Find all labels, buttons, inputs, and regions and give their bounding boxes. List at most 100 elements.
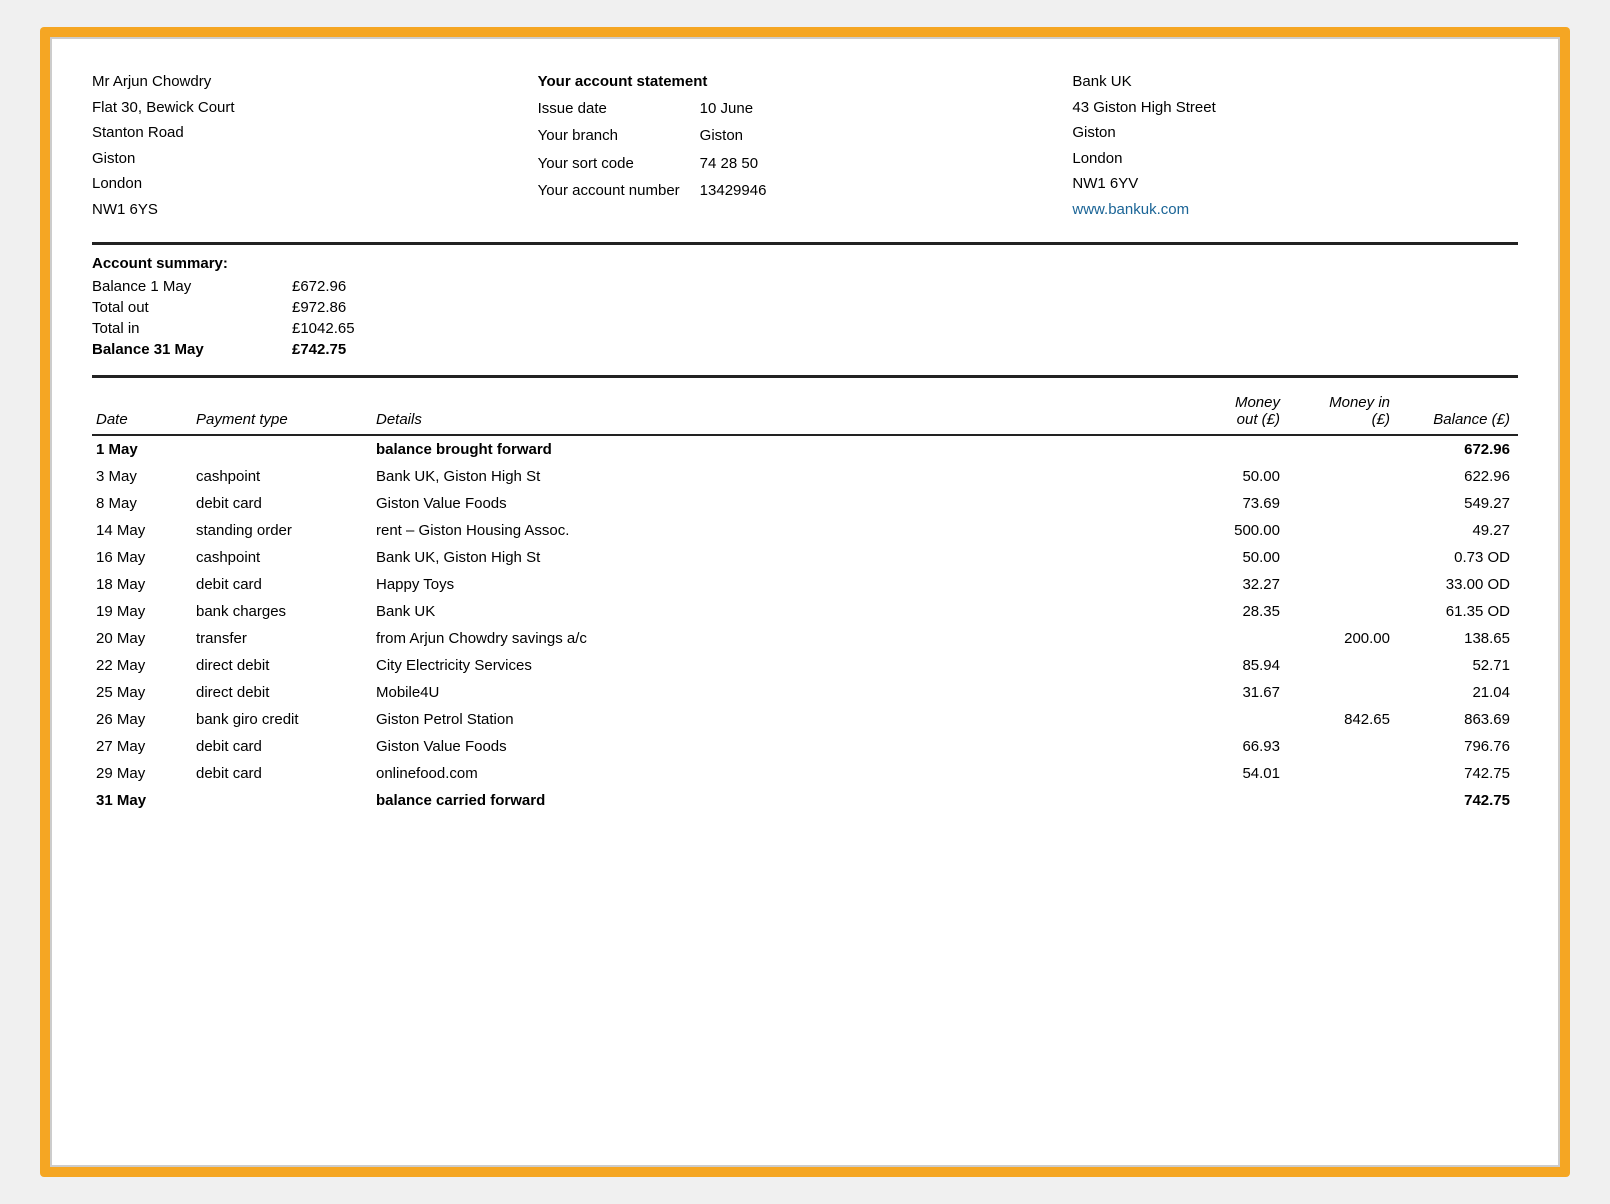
summary-row-2: Total out £972.86 [92,297,395,318]
customer-address: Mr Arjun Chowdry Flat 30, Bewick Court S… [92,69,538,222]
bank-website: www.bankuk.com [1072,197,1518,223]
cell-money-in [1288,544,1398,571]
cell-details: City Electricity Services [372,652,1178,679]
outer-border: Mr Arjun Chowdry Flat 30, Bewick Court S… [40,27,1570,1177]
table-row: 27 Maydebit cardGiston Value Foods66.937… [92,733,1518,760]
cell-details: balance brought forward [372,435,1178,463]
statement-title: Your account statement [538,69,1073,95]
table-row: 18 Maydebit cardHappy Toys32.2733.00 OD [92,571,1518,598]
cell-date: 14 May [92,517,192,544]
summary-divider [92,375,1518,378]
cell-payment-type: debit card [192,760,372,787]
col-header-balance: Balance (£) [1398,388,1518,435]
table-row: 22 Maydirect debitCity Electricity Servi… [92,652,1518,679]
cell-details: from Arjun Chowdry savings a/c [372,625,1178,652]
cell-money-out: 50.00 [1178,544,1288,571]
cell-money-out: 32.27 [1178,571,1288,598]
account-value: 13429946 [700,177,787,205]
bank-address1: 43 Giston High Street [1072,95,1518,121]
cell-details: Bank UK [372,598,1178,625]
table-row: 1 Maybalance brought forward672.96 [92,435,1518,463]
transactions-table: Date Payment type Details Moneyout (£) M… [92,388,1518,814]
summary-table: Balance 1 May £672.96 Total out £972.86 … [92,276,395,360]
cell-date: 3 May [92,463,192,490]
cell-payment-type: debit card [192,733,372,760]
summary-label-1: Balance 1 May [92,276,292,297]
cell-money-out: 50.00 [1178,463,1288,490]
col-header-date: Date [92,388,192,435]
header-section: Mr Arjun Chowdry Flat 30, Bewick Court S… [92,69,1518,222]
table-row: 31 Maybalance carried forward742.75 [92,787,1518,814]
cell-balance: 52.71 [1398,652,1518,679]
account-summary: Account summary: Balance 1 May £672.96 T… [92,255,1518,360]
cell-details: Bank UK, Giston High St [372,463,1178,490]
cell-date: 19 May [92,598,192,625]
cell-balance: 796.76 [1398,733,1518,760]
cell-balance: 742.75 [1398,760,1518,787]
bank-address4: NW1 6YV [1072,171,1518,197]
cell-details: balance carried forward [372,787,1178,814]
cell-money-in [1288,652,1398,679]
customer-address4: London [92,171,538,197]
col-header-money-out: Moneyout (£) [1178,388,1288,435]
header-divider [92,242,1518,245]
cell-money-out: 28.35 [1178,598,1288,625]
bank-details: Bank UK 43 Giston High Street Giston Lon… [1072,69,1518,222]
sort-value: 74 28 50 [700,150,787,178]
cell-money-out: 73.69 [1178,490,1288,517]
cell-date: 22 May [92,652,192,679]
summary-value-2: £972.86 [292,297,395,318]
cell-balance: 49.27 [1398,517,1518,544]
col-header-payment: Payment type [192,388,372,435]
cell-date: 31 May [92,787,192,814]
cell-payment-type: standing order [192,517,372,544]
account-label: Your account number [538,177,700,205]
cell-payment-type [192,787,372,814]
cell-balance: 0.73 OD [1398,544,1518,571]
cell-money-out [1178,706,1288,733]
table-row: 26 Maybank giro creditGiston Petrol Stat… [92,706,1518,733]
cell-payment-type: cashpoint [192,544,372,571]
cell-money-in [1288,571,1398,598]
cell-balance: 33.00 OD [1398,571,1518,598]
table-row: 29 Maydebit cardonlinefood.com54.01742.7… [92,760,1518,787]
customer-address5: NW1 6YS [92,197,538,223]
cell-balance: 21.04 [1398,679,1518,706]
cell-details: Giston Value Foods [372,733,1178,760]
cell-money-in: 842.65 [1288,706,1398,733]
cell-details: rent – Giston Housing Assoc. [372,517,1178,544]
cell-payment-type: direct debit [192,652,372,679]
cell-date: 1 May [92,435,192,463]
cell-details: Mobile4U [372,679,1178,706]
cell-balance: 863.69 [1398,706,1518,733]
cell-date: 26 May [92,706,192,733]
table-row: 3 MaycashpointBank UK, Giston High St50.… [92,463,1518,490]
cell-money-out: 500.00 [1178,517,1288,544]
cell-details: Bank UK, Giston High St [372,544,1178,571]
cell-money-in [1288,463,1398,490]
cell-money-in [1288,490,1398,517]
branch-value: Giston [700,122,787,150]
cell-money-in: 200.00 [1288,625,1398,652]
cell-details: Giston Petrol Station [372,706,1178,733]
cell-date: 8 May [92,490,192,517]
cell-money-out [1178,787,1288,814]
cell-money-in [1288,733,1398,760]
statement-info-table: Issue date 10 June Your branch Giston Yo… [538,95,787,205]
cell-details: Giston Value Foods [372,490,1178,517]
table-row: 25 Maydirect debitMobile4U31.6721.04 [92,679,1518,706]
cell-money-in [1288,517,1398,544]
bank-website-link[interactable]: www.bankuk.com [1072,201,1189,218]
summary-title: Account summary: [92,255,1518,272]
summary-value-4: £742.75 [292,339,395,360]
cell-details: onlinefood.com [372,760,1178,787]
cell-date: 18 May [92,571,192,598]
cell-payment-type: bank giro credit [192,706,372,733]
table-row: 8 Maydebit cardGiston Value Foods73.6954… [92,490,1518,517]
table-row: 19 Maybank chargesBank UK28.3561.35 OD [92,598,1518,625]
cell-money-in [1288,598,1398,625]
statement-details: Your account statement Issue date 10 Jun… [538,69,1073,222]
summary-row-4: Balance 31 May £742.75 [92,339,395,360]
cell-money-in [1288,435,1398,463]
cell-money-in [1288,679,1398,706]
